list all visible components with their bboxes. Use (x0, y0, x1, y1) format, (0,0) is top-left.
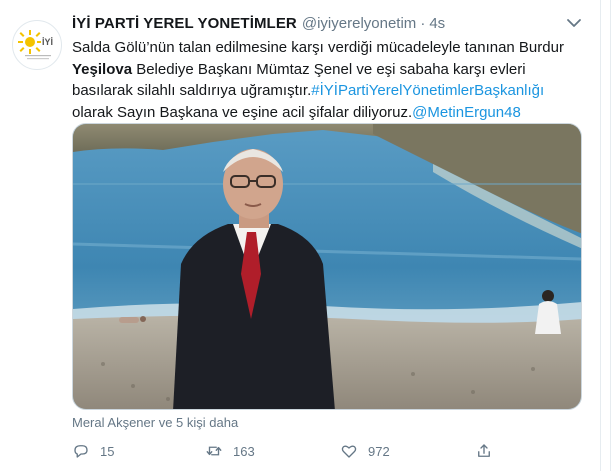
bold-place-name: Yeşilova (72, 60, 133, 78)
hashtag-link[interactable]: #İYİPartiYerelYönetimlerBaşkanlığı (311, 82, 544, 99)
like-count: 972 (368, 443, 390, 459)
heart-icon (341, 445, 357, 458)
reply-button[interactable]: 15 (72, 440, 114, 462)
tweet-line-4: olarak Sayın Başkana ve eşine acil şifal… (72, 102, 582, 124)
svg-text:İYİ: İYİ (42, 37, 53, 47)
tweet-photo[interactable] (72, 123, 582, 410)
iyi-party-logo: İYİ (18, 30, 53, 60)
tweet-line-2: Yeşilova Belediye Başkanı Mümtaz Şenel v… (72, 59, 582, 81)
lakeside-portrait-photo (73, 124, 581, 409)
author-handle[interactable]: @iyiyerelyonetim (302, 15, 416, 32)
tweet-text: Salda Gölü’nün talan edilmesine karşı ve… (72, 37, 582, 123)
separator-dot: · (420, 14, 426, 32)
reply-icon (74, 445, 88, 458)
retweet-button[interactable]: 163 (205, 440, 255, 462)
tweet[interactable]: İYİ İYİ PARTİ YEREL YONETİMLER @iyiyerel… (0, 0, 611, 471)
author-name[interactable]: İYİ PARTİ YEREL YONETİMLER (72, 15, 297, 32)
tweet-timestamp[interactable]: 4s (429, 15, 445, 32)
liked-by-text[interactable]: Meral Akşener ve 5 kişi daha (72, 415, 238, 430)
like-button[interactable]: 972 (340, 440, 390, 462)
mention-link[interactable]: @MetinErgun48 (412, 104, 521, 121)
tweet-actions: 15 163 972 (72, 440, 572, 462)
retweet-icon (206, 446, 222, 456)
retweet-count: 163 (233, 443, 255, 459)
tweet-line-1: Salda Gölü’nün talan edilmesine karşı ve… (72, 39, 564, 56)
tweet-line-2-text: Belediye Başkanı Mümtaz Şenel ve eşi sab… (132, 60, 526, 78)
chevron-down-icon[interactable] (566, 16, 582, 30)
timeline-border (600, 0, 601, 471)
tweet-header: İYİ PARTİ YEREL YONETİMLER @iyiyerelyone… (72, 12, 445, 34)
reply-count: 15 (100, 443, 115, 459)
avatar[interactable]: İYİ (12, 20, 62, 70)
tweet-line-3-text: basılarak silahlı saldırıya uğramıştır. (72, 82, 312, 99)
tweet-line-4-text: olarak Sayın Başkana ve eşine acil şifal… (72, 103, 413, 121)
tweet-line-3: basılarak silahlı saldırıya uğramıştır.#… (72, 80, 582, 102)
share-button[interactable] (475, 440, 503, 462)
share-icon (478, 444, 490, 457)
